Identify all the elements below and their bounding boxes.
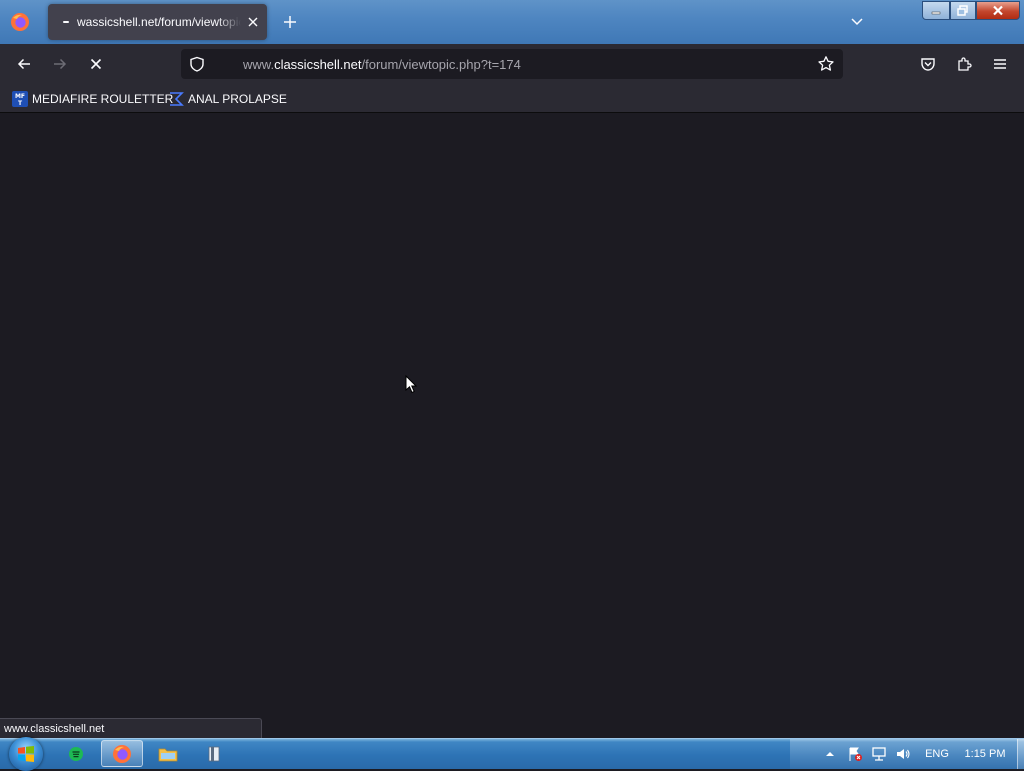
link-status-panel: www.classicshell.net <box>0 718 262 738</box>
network-tray[interactable] <box>870 746 888 762</box>
show-desktop-button[interactable] <box>1017 739 1024 769</box>
close-icon <box>993 5 1003 16</box>
url-path: /forum/viewtopic.php?t=174 <box>361 57 521 72</box>
file-explorer-icon <box>158 748 178 761</box>
input-language[interactable]: ENG <box>922 746 952 762</box>
forward-button[interactable] <box>48 52 72 76</box>
bookmark-label: ANAL PROLAPSE <box>188 92 287 106</box>
green-app-icon <box>69 746 83 761</box>
tab-strip: wassicshell.net/forum/viewtopic.php?t=17… <box>0 0 1024 44</box>
new-tab-icon[interactable] <box>281 13 299 31</box>
action-center-flag-icon <box>849 747 862 761</box>
svg-text:MF: MF <box>15 93 25 100</box>
taskbar-firefox[interactable] <box>101 740 143 767</box>
sigma-favicon-icon <box>170 92 184 106</box>
bookmark-item[interactable]: MF T MEDIAFIRE ROULETTER <box>12 90 173 108</box>
taskbar-document[interactable] <box>193 740 235 767</box>
hamburger-menu-icon <box>994 59 1006 69</box>
navigation-toolbar: www.classicshell.net/forum/viewtopic.php… <box>0 44 1024 84</box>
forward-arrow-icon <box>54 58 67 70</box>
taskbar-file-explorer[interactable] <box>147 740 189 767</box>
network-icon <box>872 747 886 761</box>
volume-tray[interactable] <box>894 746 912 762</box>
restore-button[interactable] <box>950 1 976 20</box>
minimize-button[interactable] <box>922 1 950 20</box>
bookmark-label: MEDIAFIRE ROULETTER <box>32 92 174 106</box>
restore-icon <box>957 5 968 16</box>
action-center-tray[interactable] <box>846 746 864 762</box>
back-arrow-icon <box>17 58 30 70</box>
chevron-up-icon <box>826 752 834 756</box>
close-tab-icon[interactable] <box>245 14 261 30</box>
stop-button[interactable] <box>84 52 108 76</box>
firefox-menu-icon[interactable] <box>10 12 30 32</box>
start-button[interactable] <box>9 737 43 771</box>
stop-loading-icon <box>90 58 102 70</box>
mouse-pointer-icon <box>405 375 417 394</box>
page-content[interactable] <box>0 113 1024 738</box>
document-icon <box>208 746 220 761</box>
tab-title: wassicshell.net/forum/viewtopic.php?t=17… <box>77 15 241 29</box>
back-button[interactable] <box>12 52 36 76</box>
address-bar[interactable]: www.classicshell.net/forum/viewtopic.php… <box>181 49 843 79</box>
windows-logo-icon <box>18 746 34 762</box>
bookmarks-toolbar: MF T MEDIAFIRE ROULETTER ANAL PROLAPSE <box>0 84 1024 113</box>
pocket-button[interactable] <box>916 52 940 76</box>
windows-taskbar: ENG 1:15 PM <box>0 737 1024 771</box>
clock[interactable]: 1:15 PM <box>960 746 1010 762</box>
bookmark-star-icon[interactable] <box>817 55 835 73</box>
app-menu-button[interactable] <box>988 52 1012 76</box>
taskbar-app-green[interactable] <box>55 740 97 767</box>
url-host: classicshell.net <box>274 57 362 72</box>
show-hidden-icons-button[interactable] <box>824 746 836 762</box>
firefox-icon <box>113 744 131 763</box>
tab-active[interactable]: wassicshell.net/forum/viewtopic.php?t=17… <box>48 4 267 40</box>
puzzle-piece-icon <box>958 57 972 71</box>
url-text[interactable]: www.classicshell.net/forum/viewtopic.php… <box>243 57 521 72</box>
tracking-protection-shield-icon[interactable] <box>189 56 205 72</box>
minimize-icon <box>931 11 941 14</box>
extensions-button[interactable] <box>952 52 976 76</box>
notification-area: ENG 1:15 PM <box>790 739 1024 769</box>
speaker-icon <box>897 749 910 759</box>
close-window-button[interactable] <box>976 1 1020 20</box>
url-prefix: www. <box>243 57 275 72</box>
bookmark-item[interactable]: ANAL PROLAPSE <box>168 90 287 108</box>
loading-icon <box>63 21 69 23</box>
list-all-tabs-icon[interactable] <box>849 13 865 29</box>
pocket-icon <box>921 58 935 71</box>
mediafire-favicon-icon: MF T <box>12 91 28 107</box>
